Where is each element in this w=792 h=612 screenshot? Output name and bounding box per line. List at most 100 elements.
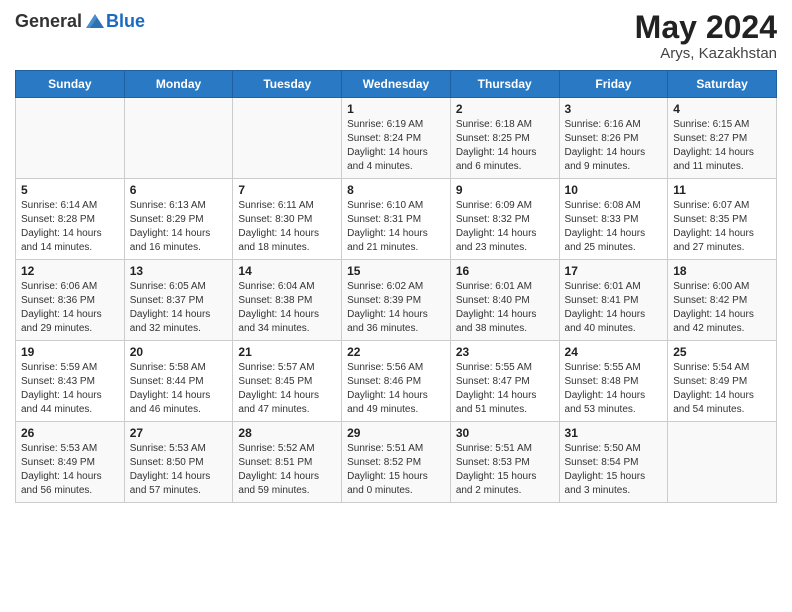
day-header-tuesday: Tuesday — [233, 71, 342, 98]
calendar-cell: 17 Sunrise: 6:01 AM Sunset: 8:41 PM Dayli… — [559, 260, 668, 341]
day-info: Sunrise: 5:51 AM Sunset: 8:52 PM Dayligh… — [347, 442, 445, 498]
calendar-cell — [668, 422, 777, 503]
calendar-cell: 25 Sunrise: 5:54 AM Sunset: 8:49 PM Dayli… — [668, 341, 777, 422]
day-header-friday: Friday — [559, 71, 668, 98]
calendar-cell: 15 Sunrise: 6:02 AM Sunset: 8:39 PM Dayli… — [342, 260, 451, 341]
day-info: Sunrise: 6:02 AM Sunset: 8:39 PM Dayligh… — [347, 280, 445, 336]
calendar-cell: 14Sunrise: 6:04 AM Sunset: 8:38 PM Dayli… — [233, 260, 342, 341]
calendar-table: SundayMondayTuesdayWednesdayThursdayFrid… — [15, 70, 777, 503]
day-info: Sunrise: 5:53 AM Sunset: 8:49 PM Dayligh… — [21, 442, 119, 498]
day-number: 11 — [673, 183, 771, 197]
calendar-cell — [124, 98, 233, 179]
day-info: Sunrise: 6:14 AM Sunset: 8:28 PM Dayligh… — [21, 199, 119, 255]
day-info: Sunrise: 6:09 AM Sunset: 8:32 PM Dayligh… — [456, 199, 554, 255]
calendar-cell: 26 Sunrise: 5:53 AM Sunset: 8:49 PM Dayli… — [16, 422, 125, 503]
logo-icon — [84, 10, 106, 32]
calendar-cell: 11 Sunrise: 6:07 AM Sunset: 8:35 PM Dayli… — [668, 179, 777, 260]
day-number: 29 — [347, 426, 445, 440]
day-info: Sunrise: 6:16 AM Sunset: 8:26 PM Dayligh… — [565, 118, 663, 174]
day-info: Sunrise: 6:07 AM Sunset: 8:35 PM Dayligh… — [673, 199, 771, 255]
day-number: 28 — [238, 426, 336, 440]
day-info: Sunrise: 6:18 AM Sunset: 8:25 PM Dayligh… — [456, 118, 554, 174]
day-header-thursday: Thursday — [450, 71, 559, 98]
day-number: 2 — [456, 102, 554, 116]
day-info: Sunrise: 5:55 AM Sunset: 8:48 PM Dayligh… — [565, 361, 663, 417]
day-info: Sunrise: 6:05 AM Sunset: 8:37 PM Dayligh… — [130, 280, 228, 336]
day-info: Sunrise: 6:04 AM Sunset: 8:38 PM Dayligh… — [238, 280, 336, 336]
calendar-cell: 28 Sunrise: 5:52 AM Sunset: 8:51 PM Dayli… — [233, 422, 342, 503]
header: General Blue May 2024 Arys, Kazakhstan — [15, 10, 777, 62]
calendar-cell: 19 Sunrise: 5:59 AM Sunset: 8:43 PM Dayli… — [16, 341, 125, 422]
day-info: Sunrise: 6:11 AM Sunset: 8:30 PM Dayligh… — [238, 199, 336, 255]
day-number: 15 — [347, 264, 445, 278]
day-number: 18 — [673, 264, 771, 278]
calendar-cell: 31Sunrise: 5:50 AM Sunset: 8:54 PM Dayli… — [559, 422, 668, 503]
day-info: Sunrise: 5:51 AM Sunset: 8:53 PM Dayligh… — [456, 442, 554, 498]
day-info: Sunrise: 5:54 AM Sunset: 8:49 PM Dayligh… — [673, 361, 771, 417]
calendar-cell: 5 Sunrise: 6:14 AM Sunset: 8:28 PM Daylig… — [16, 179, 125, 260]
calendar-cell: 24 Sunrise: 5:55 AM Sunset: 8:48 PM Dayli… — [559, 341, 668, 422]
logo-blue: Blue — [106, 11, 145, 32]
calendar-cell: 30Sunrise: 5:51 AM Sunset: 8:53 PM Dayli… — [450, 422, 559, 503]
day-number: 8 — [347, 183, 445, 197]
day-info: Sunrise: 6:10 AM Sunset: 8:31 PM Dayligh… — [347, 199, 445, 255]
day-header-saturday: Saturday — [668, 71, 777, 98]
day-info: Sunrise: 5:57 AM Sunset: 8:45 PM Dayligh… — [238, 361, 336, 417]
calendar-cell: 4Sunrise: 6:15 AM Sunset: 8:27 PM Daylig… — [668, 98, 777, 179]
day-info: Sunrise: 5:59 AM Sunset: 8:43 PM Dayligh… — [21, 361, 119, 417]
day-number: 17 — [565, 264, 663, 278]
day-number: 10 — [565, 183, 663, 197]
week-row-2: 5 Sunrise: 6:14 AM Sunset: 8:28 PM Daylig… — [16, 179, 777, 260]
day-info: Sunrise: 6:00 AM Sunset: 8:42 PM Dayligh… — [673, 280, 771, 336]
day-number: 19 — [21, 345, 119, 359]
page: General Blue May 2024 Arys, Kazakhstan S… — [0, 0, 792, 612]
calendar-cell: 8 Sunrise: 6:10 AM Sunset: 8:31 PM Daylig… — [342, 179, 451, 260]
day-number: 26 — [21, 426, 119, 440]
calendar-cell — [233, 98, 342, 179]
calendar-cell: 29 Sunrise: 5:51 AM Sunset: 8:52 PM Dayli… — [342, 422, 451, 503]
calendar-cell: 13 Sunrise: 6:05 AM Sunset: 8:37 PM Dayli… — [124, 260, 233, 341]
day-header-sunday: Sunday — [16, 71, 125, 98]
calendar-cell — [16, 98, 125, 179]
calendar-cell: 22 Sunrise: 5:56 AM Sunset: 8:46 PM Dayli… — [342, 341, 451, 422]
calendar-cell: 23 Sunrise: 5:55 AM Sunset: 8:47 PM Dayli… — [450, 341, 559, 422]
calendar-cell: 6Sunrise: 6:13 AM Sunset: 8:29 PM Daylig… — [124, 179, 233, 260]
day-info: Sunrise: 6:06 AM Sunset: 8:36 PM Dayligh… — [21, 280, 119, 336]
week-row-5: 26 Sunrise: 5:53 AM Sunset: 8:49 PM Dayli… — [16, 422, 777, 503]
logo-general: General — [15, 11, 82, 32]
day-header-wednesday: Wednesday — [342, 71, 451, 98]
calendar-cell: 16Sunrise: 6:01 AM Sunset: 8:40 PM Dayli… — [450, 260, 559, 341]
day-info: Sunrise: 5:53 AM Sunset: 8:50 PM Dayligh… — [130, 442, 228, 498]
day-number: 24 — [565, 345, 663, 359]
calendar-cell: 12 Sunrise: 6:06 AM Sunset: 8:36 PM Dayli… — [16, 260, 125, 341]
day-number: 23 — [456, 345, 554, 359]
calendar-cell: 18 Sunrise: 6:00 AM Sunset: 8:42 PM Dayli… — [668, 260, 777, 341]
day-info: Sunrise: 5:52 AM Sunset: 8:51 PM Dayligh… — [238, 442, 336, 498]
day-number: 27 — [130, 426, 228, 440]
week-row-1: 1Sunrise: 6:19 AM Sunset: 8:24 PM Daylig… — [16, 98, 777, 179]
day-number: 7 — [238, 183, 336, 197]
day-number: 5 — [21, 183, 119, 197]
day-number: 12 — [21, 264, 119, 278]
day-number: 25 — [673, 345, 771, 359]
day-number: 31 — [565, 426, 663, 440]
calendar-cell: 21Sunrise: 5:57 AM Sunset: 8:45 PM Dayli… — [233, 341, 342, 422]
week-row-4: 19 Sunrise: 5:59 AM Sunset: 8:43 PM Dayli… — [16, 341, 777, 422]
day-info: Sunrise: 5:56 AM Sunset: 8:46 PM Dayligh… — [347, 361, 445, 417]
title-block: May 2024 Arys, Kazakhstan — [635, 10, 777, 62]
subtitle: Arys, Kazakhstan — [635, 45, 777, 62]
main-title: May 2024 — [635, 10, 777, 45]
day-number: 22 — [347, 345, 445, 359]
day-number: 3 — [565, 102, 663, 116]
day-info: Sunrise: 6:15 AM Sunset: 8:27 PM Dayligh… — [673, 118, 771, 174]
calendar-cell: 20Sunrise: 5:58 AM Sunset: 8:44 PM Dayli… — [124, 341, 233, 422]
calendar-cell: 2 Sunrise: 6:18 AM Sunset: 8:25 PM Daylig… — [450, 98, 559, 179]
calendar-cell: 1Sunrise: 6:19 AM Sunset: 8:24 PM Daylig… — [342, 98, 451, 179]
day-info: Sunrise: 6:13 AM Sunset: 8:29 PM Dayligh… — [130, 199, 228, 255]
day-info: Sunrise: 6:19 AM Sunset: 8:24 PM Dayligh… — [347, 118, 445, 174]
day-number: 13 — [130, 264, 228, 278]
calendar-cell: 3 Sunrise: 6:16 AM Sunset: 8:26 PM Daylig… — [559, 98, 668, 179]
day-info: Sunrise: 6:01 AM Sunset: 8:41 PM Dayligh… — [565, 280, 663, 336]
day-info: Sunrise: 5:58 AM Sunset: 8:44 PM Dayligh… — [130, 361, 228, 417]
day-info: Sunrise: 5:55 AM Sunset: 8:47 PM Dayligh… — [456, 361, 554, 417]
